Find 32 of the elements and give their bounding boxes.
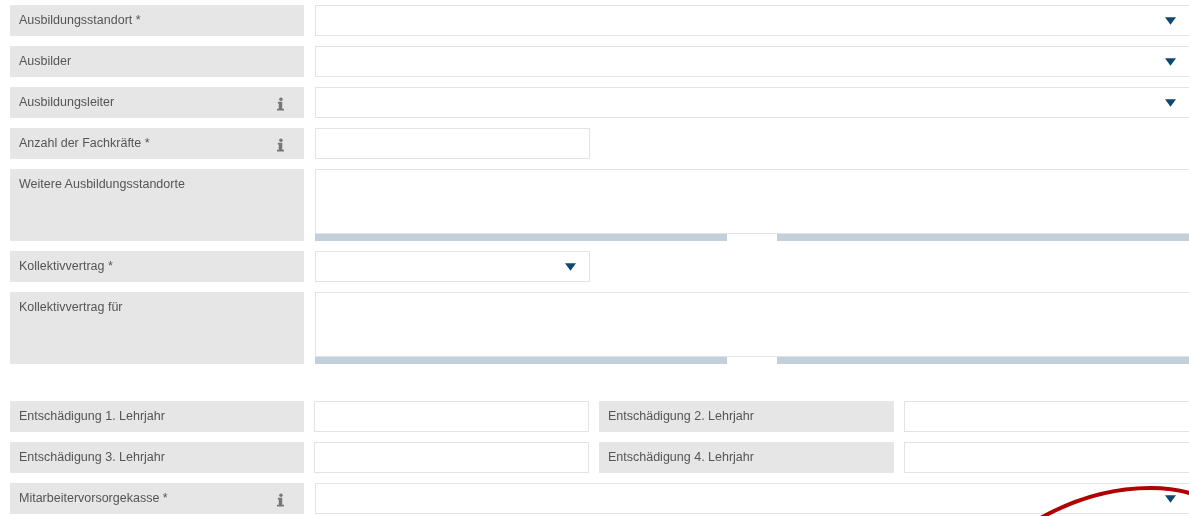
dropdown-field[interactable] (315, 46, 1189, 77)
info-icon[interactable] (277, 138, 284, 152)
label-text: Entschädigung 4. Lehrjahr (608, 450, 754, 464)
info-icon[interactable] (277, 493, 284, 507)
label-text: Ausbilder (19, 54, 72, 68)
caret-icon (1165, 57, 1176, 66)
label-text: Mitarbeitervorsorgekasse * (19, 491, 168, 505)
info-icon[interactable] (277, 97, 284, 111)
dropdown-field[interactable] (315, 5, 1189, 36)
label-text: Ausbildungsstandort * (19, 13, 141, 27)
text-area[interactable] (315, 169, 1189, 234)
label-text: Kollektivvertrag * (19, 259, 113, 273)
dropdown-field[interactable] (315, 87, 1189, 118)
label-text: Entschädigung 3. Lehrjahr (19, 450, 165, 464)
caret-icon (1165, 494, 1176, 503)
label-text: Ausbildungsleiter (19, 95, 115, 109)
label-text: Kollektivvertrag für (19, 300, 123, 314)
dropdown-field[interactable] (315, 483, 1189, 514)
caret-icon (1165, 16, 1176, 25)
label-text: Entschädigung 1. Lehrjahr (19, 409, 165, 423)
input-field[interactable] (315, 128, 590, 159)
dropdown-field[interactable] (315, 251, 590, 282)
text-area[interactable] (315, 292, 1189, 357)
caret-icon (565, 262, 576, 271)
label-text: Weitere Ausbildungsstandorte (19, 177, 185, 191)
input-field[interactable] (904, 442, 1189, 473)
label-text: Anzahl der Fachkräfte * (19, 136, 150, 150)
input-field[interactable] (314, 442, 589, 473)
input-field[interactable] (904, 401, 1189, 432)
label-text: Entschädigung 2. Lehrjahr (608, 409, 754, 423)
input-field[interactable] (314, 401, 589, 432)
caret-icon (1165, 98, 1176, 107)
